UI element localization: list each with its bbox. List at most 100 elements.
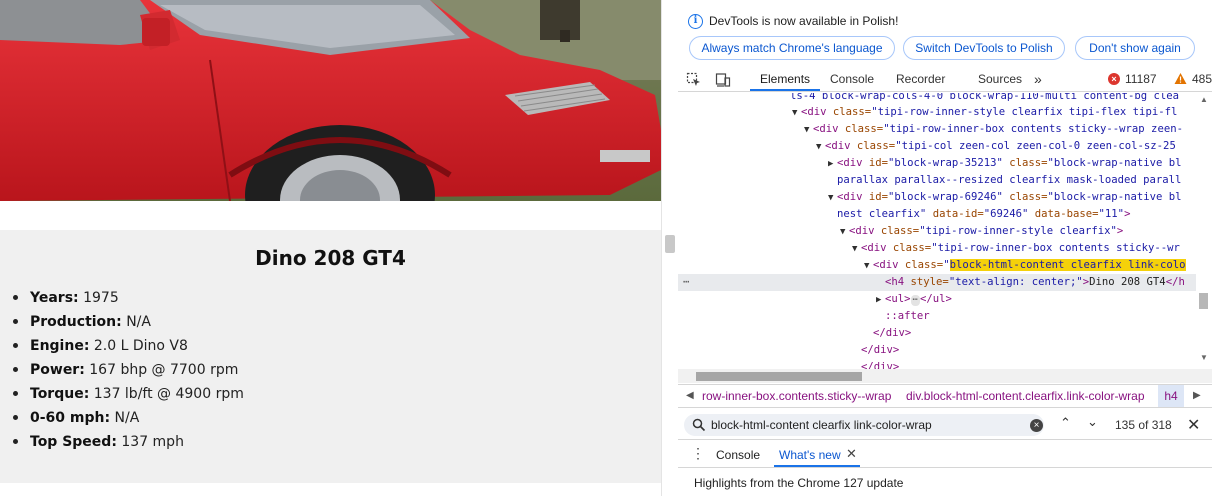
whats-new-heading: Highlights from the Chrome 127 update [694,476,904,490]
dom-node-close[interactable]: </div> [678,325,1196,342]
dom-node[interactable]: ▼ <div class="tipi-row-inner-box contents… [678,240,1196,257]
dom-node[interactable]: ▶ <div id="block-wrap-35213" class="block… [678,155,1196,172]
warning-icon[interactable] [1174,72,1187,85]
error-count[interactable]: 11187 [1125,68,1157,92]
dom-node[interactable]: ▼ <div class="tipi-col zeen-col zeen-col-… [678,138,1196,155]
warning-count[interactable]: 4858 [1192,68,1212,92]
clear-search-icon[interactable]: × [1030,419,1043,432]
attr-value: "tipi-row-inner-style clearfix tipi-flex… [871,106,1178,118]
spec-label: Production: [30,314,122,330]
error-icon[interactable]: × [1108,73,1120,85]
search-match-highlight: block-html-content clearfix link-colo [949,259,1186,271]
node-text: Dino 208 GT4 [1089,276,1166,288]
spec-torque: Torque: 137 lb/ft @ 4900 rpm [12,383,244,407]
dom-node[interactable]: ▼ <div class="tipi-row-inner-style clearf… [678,223,1196,240]
dom-vertical-scrollbar[interactable]: ▲ ▼ [1196,93,1212,369]
tab-console[interactable]: Console [830,68,874,92]
search-input[interactable] [711,415,1026,435]
attr-value: "block-wrap-35213" [888,157,1003,169]
attr-value: "block-wrap-native bl [1047,191,1182,203]
car-info-card: Dino 208 GT4 Years: 1975 Production: N/A… [0,230,661,483]
dom-node[interactable]: ▼ <div class="tipi-row-inner-style clearf… [678,104,1196,121]
spec-value: N/A [114,410,140,426]
dom-node[interactable]: ▼ <div id="block-wrap-69246" class="block… [678,189,1196,206]
node-actions-icon[interactable]: ⋯ [683,274,689,291]
drawer-tab-whats-new[interactable]: What's new [779,448,841,462]
breadcrumb-item[interactable]: row-inner-box.contents.sticky--wrap [702,385,891,407]
previous-match-icon[interactable]: ⌃ [1060,415,1071,431]
drawer-tabbar: ⋮ Console What's new ✕ [678,441,1212,468]
pseudo-label: ::after [885,310,930,322]
breadcrumb: ◀ row-inner-box.contents.sticky--wrap di… [678,384,1212,408]
spec-production: Production: N/A [12,311,244,335]
switch-to-polish-button[interactable]: Switch DevTools to Polish [903,36,1065,60]
scroll-down-icon[interactable]: ▼ [1200,353,1208,362]
scroll-up-icon[interactable]: ▲ [1200,95,1208,104]
attr-value: "tipi-row-inner-style clearfix" [919,225,1117,237]
more-tabs-chevron-icon[interactable]: » [1034,68,1042,92]
inspect-element-icon[interactable] [686,72,702,88]
scroll-thumb[interactable] [696,372,862,381]
attr-value: "69246" [983,208,1029,220]
spec-label: Engine: [30,338,90,354]
spec-label: Top Speed: [30,434,117,450]
attr-value: "block-wrap-69246" [888,191,1003,203]
next-match-icon[interactable]: ⌄ [1087,414,1098,430]
spec-value: 2.0 L Dino V8 [93,338,188,354]
match-count: 135 of 318 [1115,418,1172,432]
dom-node-partial[interactable]: </div> [678,359,1196,369]
tab-sources[interactable]: Sources [978,68,1022,92]
drawer-menu-icon[interactable]: ⋮ [691,445,705,462]
spec-value: 167 bhp @ 7700 rpm [89,362,239,378]
spec-label: Power: [30,362,85,378]
dom-node[interactable]: ▼ <div class="tipi-row-inner-box contents… [678,121,1196,138]
scroll-thumb[interactable] [1199,293,1208,309]
spec-label: Torque: [30,386,90,402]
breadcrumb-right-icon[interactable]: ▶ [1193,385,1201,407]
spec-list: Years: 1975 Production: N/A Engine: 2.0 … [12,287,244,455]
language-infobar: i DevTools is now available in Polish! A… [678,0,1212,68]
spec-top-speed: Top Speed: 137 mph [12,431,244,455]
tab-recorder[interactable]: Recorder [896,68,945,92]
dom-pseudo-element[interactable]: ::after [678,308,1196,325]
car-title: Dino 208 GT4 [255,246,406,270]
spec-years: Years: 1975 [12,287,244,311]
attr-value: nest clearfix" [837,208,927,220]
spec-engine: Engine: 2.0 L Dino V8 [12,335,244,359]
devtools-tabbar: Elements Console Recorder Sources » × 11… [678,68,1212,92]
drawer-tab-console[interactable]: Console [716,448,760,462]
dom-node[interactable]: ▼ <div class="block-html-content clearfix… [678,257,1196,274]
breadcrumb-item[interactable]: div.block-html-content.clearfix.link-col… [906,385,1145,407]
spec-value: 137 lb/ft @ 4900 rpm [93,386,244,402]
close-tab-icon[interactable]: ✕ [846,446,857,462]
spec-label: 0-60 mph: [30,410,111,426]
resize-grip[interactable] [665,235,675,253]
dont-show-again-button[interactable]: Don't show again [1075,36,1195,60]
active-tab-indicator [774,465,860,467]
attr-value: "tipi-row-inner-box contents sticky--wr [931,242,1180,254]
spec-value: 137 mph [121,434,184,450]
dom-node-selected[interactable]: ⋯ <h4 style="text-align: center;">Dino 2… [678,274,1196,291]
always-match-language-button[interactable]: Always match Chrome's language [689,36,895,60]
dom-search-bar: × ⌃ ⌄ 135 of 318 ✕ [678,410,1212,440]
search-box: × [684,414,1044,436]
devtools-panel: i DevTools is now available in Polish! A… [678,0,1212,496]
dom-horizontal-scrollbar[interactable] [678,369,1212,383]
spec-label: Years: [30,290,79,306]
spec-power: Power: 167 bhp @ 7700 rpm [12,359,244,383]
collapsed-children-icon[interactable]: ⋯ [910,295,920,306]
infobar-message: DevTools is now available in Polish! [709,14,899,28]
device-toolbar-icon[interactable] [715,72,731,88]
attr-value: "11" [1098,208,1125,220]
dom-node-continuation[interactable]: nest clearfix" data-id="69246" data-base… [678,206,1196,223]
panel-resize-divider[interactable] [661,0,678,496]
breadcrumb-left-icon[interactable]: ◀ [686,385,694,407]
dom-node-continuation[interactable]: parallax parallax--resized clearfix mask… [678,172,1196,189]
close-search-icon[interactable]: ✕ [1187,415,1200,435]
breadcrumb-item-active[interactable]: h4 [1158,385,1184,407]
dom-tree[interactable]: ls-4 block-wrap-cols-4-0 block-wrap-110-… [678,93,1196,369]
dom-node[interactable]: ▶ <ul> ⋯ </ul> [678,291,1196,308]
dom-node-close[interactable]: </div> [678,342,1196,359]
info-icon: i [688,14,703,29]
attr-value: parallax parallax--resized clearfix mask… [837,174,1182,186]
